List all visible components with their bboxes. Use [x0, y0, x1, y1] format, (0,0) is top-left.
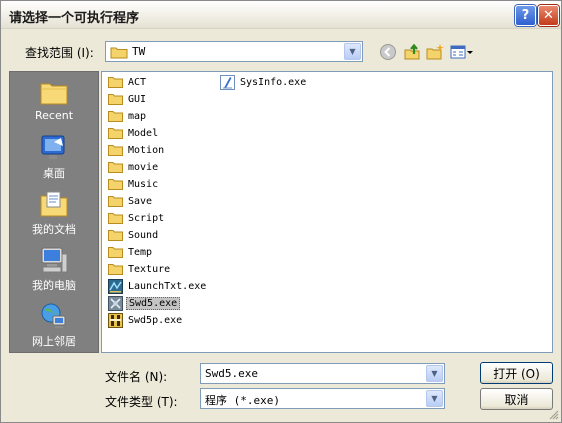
folder-item[interactable]: movie	[108, 159, 160, 175]
chevron-down-icon[interactable]: ▼	[344, 43, 361, 60]
place-desktop[interactable]: 桌面	[10, 134, 98, 192]
game-exe-icon	[108, 295, 123, 311]
network-icon	[41, 303, 66, 328]
sysinfo-exe-icon	[220, 74, 235, 90]
file-name: movie	[128, 161, 159, 173]
new-folder-icon[interactable]	[425, 42, 445, 62]
folder-icon	[108, 145, 123, 156]
close-icon: ✕	[543, 8, 554, 23]
exe-item[interactable]: LaunchTxt.exe	[108, 278, 208, 294]
chevron-down-icon[interactable]: ▼	[426, 365, 443, 382]
place-label: 我的电脑	[32, 279, 76, 292]
folder-icon	[108, 230, 123, 241]
cancel-button[interactable]: 取消	[480, 388, 553, 410]
file-name: LaunchTxt.exe	[128, 280, 207, 292]
place-my-computer[interactable]: 我的电脑	[10, 246, 98, 304]
folder-icon	[108, 179, 123, 190]
filetype-value: 程序 (*.exe)	[205, 394, 280, 407]
title-bar[interactable]: 请选择一个可执行程序 ? ✕	[1, 1, 561, 29]
folder-icon	[108, 196, 123, 207]
folder-icon	[108, 162, 123, 173]
folder-icon	[110, 47, 128, 59]
chevron-down-icon[interactable]: ▼	[426, 390, 443, 407]
folder-icon	[108, 128, 123, 139]
resize-grip-icon[interactable]	[547, 408, 559, 420]
game-exe-icon	[108, 312, 123, 328]
place-recent[interactable]: Recent	[10, 78, 98, 136]
place-label: Recent	[34, 109, 74, 122]
folder-icon	[108, 94, 123, 105]
folder-icon	[108, 213, 123, 224]
place-label: 桌面	[43, 167, 65, 180]
folder-icon	[108, 111, 123, 122]
folder-item[interactable]: Temp	[108, 244, 154, 260]
folder-item[interactable]: Music	[108, 176, 160, 192]
folder-item[interactable]: Texture	[108, 261, 172, 277]
folder-item[interactable]: map	[108, 108, 148, 124]
file-name: Script	[128, 212, 165, 224]
file-name: GUI	[128, 93, 147, 105]
view-menu-icon[interactable]	[450, 42, 474, 62]
folder-item[interactable]: Script	[108, 210, 166, 226]
folder-item[interactable]: Model	[108, 125, 160, 141]
open-file-dialog: 请选择一个可执行程序 ? ✕ 查找范围 (I): TW ▼ Recent 桌面 …	[0, 0, 562, 423]
place-label: 网上邻居	[32, 335, 76, 348]
place-network[interactable]: 网上邻居	[10, 302, 98, 360]
file-name: Texture	[128, 263, 171, 275]
places-bar: Recent 桌面 我的文档 我的电脑 网上邻居	[9, 71, 99, 353]
filename-value: Swd5.exe	[205, 367, 258, 380]
help-button[interactable]: ?	[515, 5, 536, 26]
file-name: Sound	[128, 229, 159, 241]
open-button-label: 打开 (O)	[493, 366, 540, 381]
file-name: map	[128, 110, 147, 122]
folder-item[interactable]: ACT	[108, 74, 148, 90]
file-name: ACT	[128, 76, 147, 88]
filename-label: 文件名 (N):	[105, 370, 168, 384]
look-in-combo[interactable]: TW ▼	[105, 41, 363, 62]
filetype-select[interactable]: 程序 (*.exe) ▼	[200, 388, 445, 409]
open-button[interactable]: 打开 (O)	[480, 362, 553, 384]
launcher-exe-icon	[108, 278, 123, 294]
file-name: Music	[128, 178, 159, 190]
folder-icon	[108, 77, 123, 88]
folder-icon	[108, 264, 123, 275]
my-computer-icon	[41, 247, 68, 273]
recent-icon	[40, 83, 68, 105]
look-in-label: 查找范围 (I):	[25, 46, 94, 60]
desktop-icon	[41, 135, 65, 159]
exe-item-selected[interactable]: Swd5.exe	[108, 295, 181, 311]
close-button[interactable]: ✕	[538, 5, 559, 26]
exe-item[interactable]: Swd5p.exe	[108, 312, 184, 328]
place-label: 我的文档	[32, 223, 76, 236]
file-name: Motion	[128, 144, 165, 156]
file-name: Save	[128, 195, 153, 207]
file-name: Model	[128, 127, 159, 139]
file-list[interactable]: ACT GUI map Model Motion movie Music Sav…	[101, 71, 553, 353]
back-icon[interactable]	[378, 42, 398, 62]
file-name: Swd5.exe	[126, 296, 181, 310]
folder-item[interactable]: Save	[108, 193, 154, 209]
filename-field[interactable]: Swd5.exe ▼	[200, 363, 445, 384]
up-folder-icon[interactable]	[402, 42, 422, 62]
file-name: Temp	[128, 246, 153, 258]
file-name: Swd5p.exe	[128, 314, 183, 326]
dialog-title: 请选择一个可执行程序	[9, 11, 140, 26]
filetype-label: 文件类型 (T):	[105, 395, 178, 409]
look-in-value: TW	[132, 45, 146, 58]
folder-icon	[108, 247, 123, 258]
file-name: SysInfo.exe	[240, 76, 307, 88]
my-documents-icon	[40, 191, 68, 217]
folder-item[interactable]: GUI	[108, 91, 148, 107]
place-my-documents[interactable]: 我的文档	[10, 190, 98, 248]
exe-item[interactable]: SysInfo.exe	[220, 74, 308, 90]
cancel-button-label: 取消	[504, 392, 529, 407]
folder-item[interactable]: Sound	[108, 227, 160, 243]
help-icon: ?	[521, 8, 530, 23]
folder-item[interactable]: Motion	[108, 142, 166, 158]
